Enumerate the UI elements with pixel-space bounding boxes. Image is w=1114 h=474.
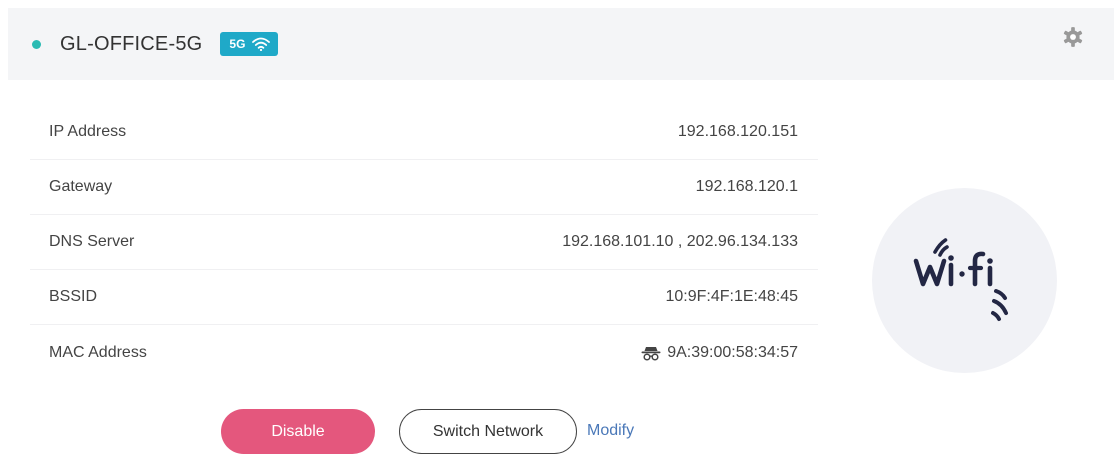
network-info-table: IP Address 192.168.120.151 Gateway 192.1… — [30, 105, 818, 380]
info-value-container: 9A:39:00:58:34:57 — [641, 344, 798, 362]
network-card: GL-OFFICE-5G 5G IP Address 192.168.120.1… — [0, 0, 1114, 474]
band-label: 5G — [229, 37, 246, 51]
info-label: MAC Address — [49, 343, 147, 361]
info-value: 9A:39:00:58:34:57 — [667, 343, 798, 361]
info-row-dns-server: DNS Server 192.168.101.10 , 202.96.134.1… — [30, 215, 818, 270]
info-value: 192.168.101.10 , 202.96.134.133 — [562, 233, 798, 250]
info-value: 10:9F:4F:1E:48:45 — [665, 288, 798, 305]
incognito-icon — [641, 346, 661, 361]
info-value: 192.168.120.151 — [677, 123, 798, 140]
info-label: Gateway — [49, 178, 113, 195]
network-header: GL-OFFICE-5G 5G — [8, 8, 1114, 80]
info-row-bssid: BSSID 10:9F:4F:1E:48:45 — [30, 270, 818, 325]
info-row-mac-address: MAC Address 9A:39:00:58:34:57 — [30, 325, 818, 380]
modify-link[interactable]: Modify — [587, 422, 634, 440]
wifi-logo-icon — [913, 238, 1008, 321]
network-ssid: GL-OFFICE-5G — [60, 32, 203, 55]
info-value: 192.168.120.1 — [695, 178, 798, 195]
switch-network-button[interactable]: Switch Network — [399, 409, 577, 454]
wifi-illustration — [872, 188, 1057, 373]
wifi-icon — [252, 37, 271, 51]
info-label: IP Address — [49, 123, 127, 140]
gear-icon[interactable] — [1062, 26, 1084, 48]
info-label: BSSID — [49, 288, 98, 305]
band-badge: 5G — [220, 32, 279, 56]
info-row-ip-address: IP Address 192.168.120.151 — [30, 105, 818, 160]
info-row-gateway: Gateway 192.168.120.1 — [30, 160, 818, 215]
info-label: DNS Server — [49, 233, 135, 250]
connection-status-dot — [32, 39, 41, 49]
disable-button[interactable]: Disable — [221, 409, 375, 454]
